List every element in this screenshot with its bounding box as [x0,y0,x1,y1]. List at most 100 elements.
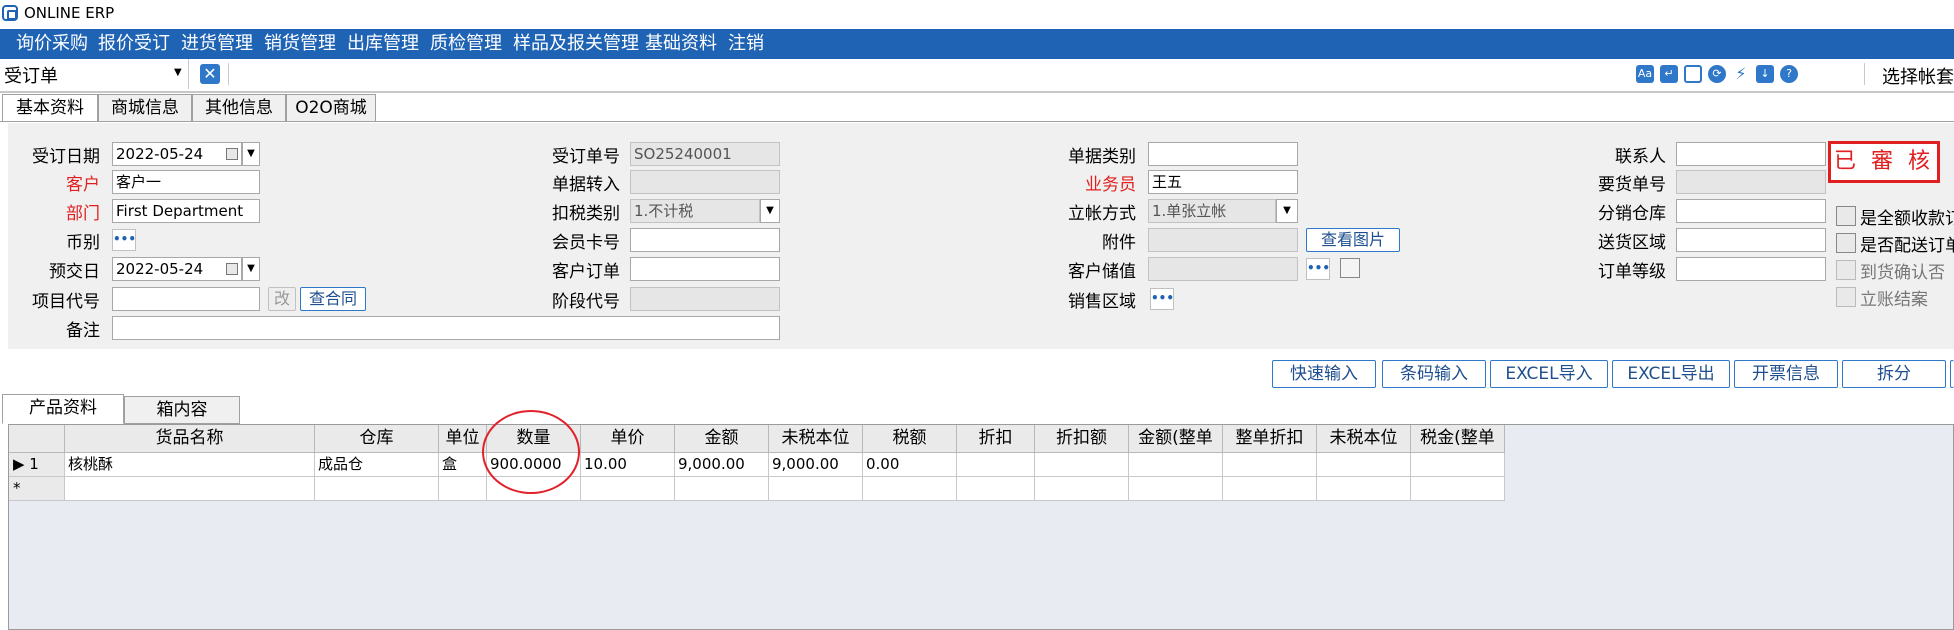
menu-item-basic-data[interactable]: 基础资料 [645,31,717,57]
menu-item-inquiry[interactable]: 询价采购 [16,31,88,57]
cell-discount[interactable] [957,453,1035,477]
new-row-cell[interactable] [675,477,769,501]
excel-export-button[interactable]: EXCEL导出 [1612,360,1730,388]
cell-amount[interactable]: 9,000.00 [675,453,769,477]
new-row-cell[interactable] [65,477,315,501]
delivery-date-field[interactable]: 2022-05-24 [112,257,242,281]
col-header-discount[interactable]: 折扣 [957,425,1035,453]
col-header-order-discount[interactable]: 整单折扣 [1223,425,1317,453]
new-row-cell[interactable] [1129,477,1223,501]
customer-stored-checkbox[interactable] [1340,258,1360,278]
split-button[interactable]: 拆分 [1842,360,1946,388]
export-icon[interactable]: ↵ [1660,65,1678,83]
tax-type-dropdown[interactable]: ▼ [760,199,780,223]
new-row-marker[interactable]: * [9,477,65,501]
col-header-warehouse[interactable]: 仓库 [315,425,439,453]
col-header-tax[interactable]: 税额 [863,425,957,453]
new-row-cell[interactable] [581,477,675,501]
download-icon[interactable]: ↓ [1756,65,1774,83]
customer-order-field[interactable] [630,257,780,281]
currency-picker-button[interactable]: ••• [112,229,136,251]
new-row-cell[interactable] [315,477,439,501]
col-header-order-tax[interactable]: 税金(整单 [1411,425,1505,453]
cell-pretax-base[interactable]: 9,000.00 [769,453,863,477]
window-icon[interactable] [1684,65,1702,83]
request-no-field[interactable] [1676,170,1826,194]
doc-type-select[interactable]: 受订单 ▼ [0,59,189,89]
member-card-field[interactable] [630,228,780,252]
col-header-pretax-base[interactable]: 未税本位 [769,425,863,453]
view-image-button[interactable]: 查看图片 [1306,228,1400,252]
quick-input-button[interactable]: 快速输入 [1272,360,1376,388]
customer-stored-field[interactable] [1148,257,1298,281]
menu-item-purchasing[interactable]: 进货管理 [181,31,253,57]
delivery-region-field[interactable] [1676,228,1826,252]
close-account-checkbox[interactable] [1836,287,1856,307]
account-method-select[interactable]: 1.单张立帐 [1148,199,1276,223]
new-row-cell[interactable] [1411,477,1505,501]
delivery-order-checkbox[interactable] [1836,233,1856,253]
edit-project-button[interactable]: 改 [268,287,296,311]
menu-item-logout[interactable]: 注销 [728,31,764,57]
cell-order-tax[interactable] [1411,453,1505,477]
cell-product-name[interactable]: 核桃酥 [65,453,315,477]
view-contract-button[interactable]: 查合同 [300,287,366,311]
arrival-confirm-checkbox[interactable] [1836,260,1856,280]
menu-item-outbound[interactable]: 出库管理 [347,31,419,57]
invoice-info-button[interactable]: 开票信息 [1734,360,1838,388]
help-icon[interactable]: ? [1780,65,1798,83]
new-row-cell[interactable] [1223,477,1317,501]
department-field[interactable]: First Department [112,199,260,223]
menu-item-samples[interactable]: 样品及报关管理 [513,31,639,57]
tab-product-info[interactable]: 产品资料 [2,394,124,424]
col-header-pretax-base-2[interactable]: 未税本位 [1317,425,1411,453]
tax-type-select[interactable]: 1.不计税 [630,199,760,223]
aa-icon[interactable]: Aa [1636,65,1654,83]
new-row-cell[interactable] [957,477,1035,501]
refresh-icon[interactable]: ⟳ [1708,65,1726,83]
contact-field[interactable] [1676,142,1826,166]
customer-stored-picker-button[interactable]: ••• [1306,258,1330,280]
flow-icon[interactable]: ⚡ [1732,65,1750,83]
account-select-label[interactable]: 选择帐套 [1882,63,1954,89]
order-level-field[interactable] [1676,257,1826,281]
new-row-cell[interactable] [1317,477,1411,501]
row-marker[interactable]: ▶ 1 [9,453,65,477]
col-header-order-amount[interactable]: 金额(整单 [1129,425,1223,453]
barcode-input-button[interactable]: 条码输入 [1382,360,1486,388]
cell-order-discount[interactable] [1223,453,1317,477]
calendar-icon[interactable] [226,263,238,275]
menu-item-sales[interactable]: 销货管理 [264,31,336,57]
doc-transfer-field[interactable] [630,170,780,194]
cell-unit-price[interactable]: 10.00 [581,453,675,477]
full-payment-checkbox[interactable] [1836,206,1856,226]
more-actions-button[interactable] [1950,360,1954,388]
tab-box-contents[interactable]: 箱内容 [124,396,240,424]
attachment-field[interactable] [1148,228,1298,252]
new-row-cell[interactable] [863,477,957,501]
calendar-icon[interactable] [226,148,238,160]
salesperson-field[interactable]: 王五 [1148,170,1298,194]
cell-warehouse[interactable]: 成品仓 [315,453,439,477]
customer-field[interactable]: 客户一 [112,170,260,194]
cell-discount-amount[interactable] [1035,453,1129,477]
close-icon[interactable]: ✕ [200,64,220,84]
dist-warehouse-field[interactable] [1676,199,1826,223]
menu-item-quotation[interactable]: 报价受订 [98,31,170,57]
col-header-amount[interactable]: 金额 [675,425,769,453]
cell-unit[interactable]: 盒 [439,453,487,477]
new-row-cell[interactable] [1035,477,1129,501]
col-header-unit[interactable]: 单位 [439,425,487,453]
new-row-cell[interactable] [769,477,863,501]
tab-o2o-mall[interactable]: O2O商城 [286,94,376,122]
order-date-field[interactable]: 2022-05-24 [112,142,242,166]
sales-region-picker-button[interactable]: ••• [1150,288,1174,310]
order-date-dropdown[interactable]: ▼ [242,142,260,166]
col-header-discount-amount[interactable]: 折扣额 [1035,425,1129,453]
excel-import-button[interactable]: EXCEL导入 [1490,360,1608,388]
delivery-date-dropdown[interactable]: ▼ [242,257,260,281]
stage-code-field[interactable] [630,287,780,311]
cell-tax[interactable]: 0.00 [863,453,957,477]
order-no-field[interactable]: SO25240001 [630,142,780,166]
cell-pretax-base-2[interactable] [1317,453,1411,477]
